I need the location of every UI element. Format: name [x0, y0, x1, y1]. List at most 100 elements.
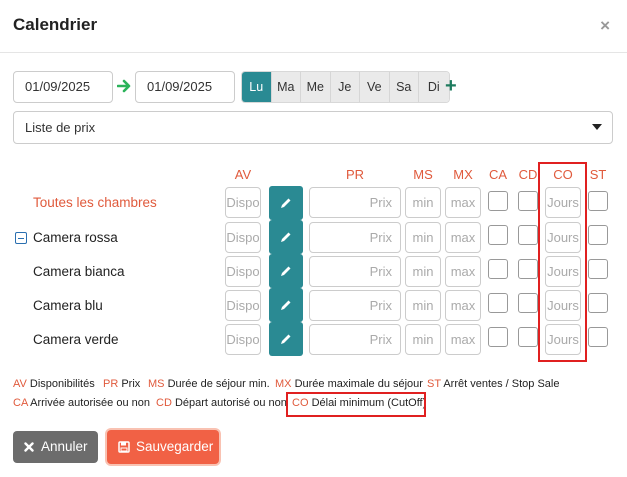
- cutoff-legend-highlight: [286, 392, 426, 417]
- cd-checkbox[interactable]: [518, 191, 538, 211]
- ca-checkbox[interactable]: [488, 327, 508, 347]
- col-header-av: AV: [234, 167, 252, 182]
- weekday-selector: Lu Ma Me Je Ve Sa Di: [241, 71, 450, 103]
- ca-checkbox[interactable]: [488, 225, 508, 245]
- pencil-icon: [281, 300, 291, 310]
- cd-checkbox[interactable]: [518, 225, 538, 245]
- legend-cd: CD Départ autorisé ou non: [156, 397, 287, 409]
- ca-checkbox[interactable]: [488, 259, 508, 279]
- edit-button[interactable]: [269, 186, 303, 220]
- legend-abbr: MS: [148, 378, 165, 390]
- day-toggle-sa[interactable]: Sa: [389, 72, 419, 102]
- modal-header: Calendrier ×: [0, 0, 627, 53]
- caret-down-icon: [592, 124, 602, 130]
- av-input[interactable]: Dispo: [225, 222, 261, 253]
- legend-ca: CA Arrivée autorisée ou non: [13, 397, 150, 409]
- av-input[interactable]: Dispo: [225, 256, 261, 287]
- legend-abbr: CA: [13, 397, 28, 409]
- row-label-room: Camera verde: [33, 332, 119, 347]
- close-icon: [24, 442, 34, 452]
- legend-abbr: PR: [103, 378, 119, 390]
- min-stay-input[interactable]: min: [405, 187, 441, 218]
- cancel-button[interactable]: Annuler: [13, 431, 98, 463]
- av-input[interactable]: Dispo: [225, 324, 261, 355]
- min-stay-input[interactable]: min: [405, 256, 441, 287]
- st-checkbox[interactable]: [588, 293, 608, 313]
- st-checkbox[interactable]: [588, 225, 608, 245]
- cd-checkbox[interactable]: [518, 259, 538, 279]
- price-input[interactable]: Prix: [309, 290, 401, 321]
- row-label-room: Camera blu: [33, 298, 103, 313]
- max-stay-input[interactable]: max: [445, 290, 481, 321]
- cd-checkbox[interactable]: [518, 327, 538, 347]
- day-toggle-me[interactable]: Me: [301, 72, 331, 102]
- legend-text: Départ autorisé ou non: [174, 397, 287, 409]
- price-input[interactable]: Prix: [309, 187, 401, 218]
- collapse-icon[interactable]: [15, 232, 27, 244]
- edit-button[interactable]: [269, 254, 303, 288]
- price-list-select[interactable]: Liste de prix: [13, 111, 613, 144]
- pencil-icon: [281, 266, 291, 276]
- cd-checkbox[interactable]: [518, 293, 538, 313]
- legend-abbr: ST: [427, 378, 441, 390]
- max-stay-input[interactable]: max: [445, 256, 481, 287]
- legend-text: Arrivée autorisée ou non: [30, 397, 150, 409]
- av-input[interactable]: Dispo: [225, 290, 261, 321]
- legend-text: Arrêt ventes / Stop Sale: [443, 378, 560, 390]
- pencil-icon: [281, 232, 291, 242]
- day-toggle-ve[interactable]: Ve: [360, 72, 390, 102]
- row-label-room: Camera bianca: [33, 264, 125, 279]
- legend-text: Durée maximale du séjour: [294, 378, 423, 390]
- st-checkbox[interactable]: [588, 327, 608, 347]
- save-button[interactable]: Sauvegarder: [107, 430, 219, 464]
- ca-checkbox[interactable]: [488, 293, 508, 313]
- legend-text: Prix: [121, 378, 141, 390]
- modal-title: Calendrier: [13, 15, 98, 34]
- arrow-right-icon: [117, 79, 131, 93]
- price-input[interactable]: Prix: [309, 256, 401, 287]
- select-value: Liste de prix: [25, 120, 96, 135]
- close-icon[interactable]: ×: [600, 16, 610, 36]
- col-header-cd: CD: [518, 167, 538, 182]
- legend-text: Disponibilités: [29, 378, 95, 390]
- min-stay-input[interactable]: min: [405, 324, 441, 355]
- edit-button[interactable]: [269, 220, 303, 254]
- pencil-icon: [281, 334, 291, 344]
- day-toggle-je[interactable]: Je: [330, 72, 360, 102]
- price-input[interactable]: Prix: [309, 222, 401, 253]
- min-stay-input[interactable]: min: [405, 290, 441, 321]
- date-from-input[interactable]: 01/09/2025: [13, 71, 113, 103]
- day-toggle-ma[interactable]: Ma: [271, 72, 301, 102]
- add-icon[interactable]: +: [445, 76, 457, 96]
- col-header-st: ST: [589, 167, 607, 182]
- col-header-ms: MS: [413, 167, 433, 182]
- edit-button[interactable]: [269, 322, 303, 356]
- min-stay-input[interactable]: min: [405, 222, 441, 253]
- pencil-icon: [281, 198, 291, 208]
- av-input[interactable]: Dispo: [225, 187, 261, 218]
- row-label-all-rooms: Toutes les chambres: [33, 195, 157, 210]
- floppy-disk-icon: [118, 441, 130, 453]
- legend-ms: MS Durée de séjour min.: [148, 378, 270, 390]
- max-stay-input[interactable]: max: [445, 187, 481, 218]
- st-checkbox[interactable]: [588, 191, 608, 211]
- col-header-pr: PR: [345, 167, 365, 182]
- row-label-room: Camera rossa: [33, 230, 118, 245]
- price-input[interactable]: Prix: [309, 324, 401, 355]
- col-header-ca: CA: [488, 167, 508, 182]
- max-stay-input[interactable]: max: [445, 222, 481, 253]
- day-toggle-lu[interactable]: Lu: [242, 72, 272, 102]
- legend-abbr: CD: [156, 397, 172, 409]
- max-stay-input[interactable]: max: [445, 324, 481, 355]
- st-checkbox[interactable]: [588, 259, 608, 279]
- ca-checkbox[interactable]: [488, 191, 508, 211]
- legend-st: ST Arrêt ventes / Stop Sale: [427, 378, 559, 390]
- calendar-modal: Calendrier × 01/09/2025 01/09/2025 Lu Ma…: [0, 0, 627, 477]
- edit-button[interactable]: [269, 288, 303, 322]
- cancel-label: Annuler: [41, 439, 88, 454]
- legend-abbr: MX: [275, 378, 292, 390]
- save-label: Sauvegarder: [136, 439, 214, 454]
- date-to-input[interactable]: 01/09/2025: [135, 71, 235, 103]
- legend-abbr: AV: [13, 378, 27, 390]
- legend-mx: MX Durée maximale du séjour: [275, 378, 423, 390]
